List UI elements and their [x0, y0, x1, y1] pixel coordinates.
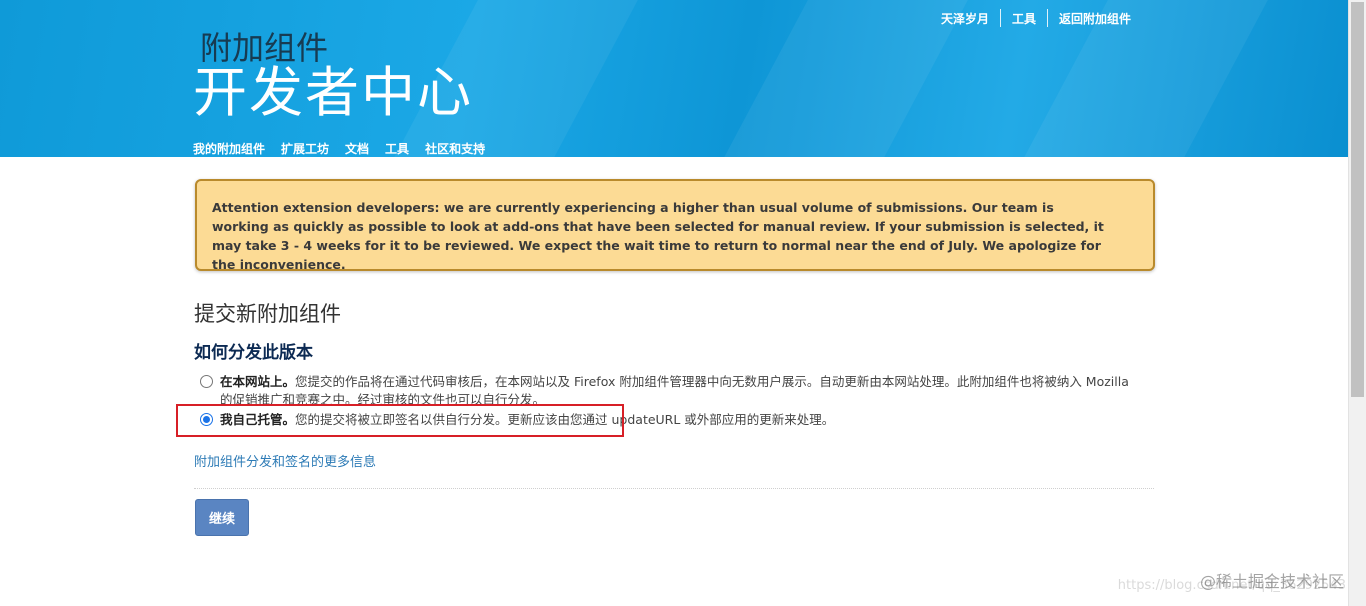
annotation-highlight-box: [176, 404, 624, 437]
nav-my-addons[interactable]: 我的附加组件: [193, 140, 265, 157]
option-on-site-label: 在本网站上。: [220, 374, 296, 389]
nav-documentation[interactable]: 文档: [345, 140, 369, 157]
top-link-tools[interactable]: 工具: [1001, 10, 1047, 27]
top-link-back-to-addons[interactable]: 返回附加组件: [1048, 10, 1142, 27]
attention-notice: Attention extension developers: we are c…: [195, 179, 1155, 272]
option-on-site-description: 您提交的作品将在通过代码审核后，在本网站以及 Firefox 附加组件管理器中向…: [220, 374, 1129, 407]
top-links: 天泽岁月 工具 返回附加组件: [930, 9, 1142, 27]
nav-extension-workshop[interactable]: 扩展工坊: [281, 140, 329, 157]
radio-on-site[interactable]: [200, 375, 213, 388]
more-info-link[interactable]: 附加组件分发和签名的更多信息: [194, 451, 376, 470]
page-title: 提交新附加组件: [194, 302, 341, 326]
section-title: 如何分发此版本: [194, 343, 313, 363]
continue-button[interactable]: 继续: [195, 499, 249, 536]
watermark: @稀土掘金技术社区: [1199, 572, 1344, 591]
top-link-user[interactable]: 天泽岁月: [930, 10, 1000, 27]
main-nav: 我的附加组件 扩展工坊 文档 工具 社区和支持: [193, 140, 485, 157]
nav-tools[interactable]: 工具: [385, 140, 409, 157]
divider: [194, 488, 1154, 489]
scrollbar-thumb[interactable]: [1351, 2, 1364, 397]
vertical-scrollbar[interactable]: [1348, 0, 1366, 606]
notice-text: Attention extension developers: we are c…: [212, 200, 1104, 272]
nav-community-support[interactable]: 社区和支持: [425, 140, 485, 157]
logo-title[interactable]: 开发者中心: [193, 58, 473, 128]
site-header: 天泽岁月 工具 返回附加组件 附加组件 开发者中心 我的附加组件 扩展工坊 文档…: [0, 0, 1348, 157]
